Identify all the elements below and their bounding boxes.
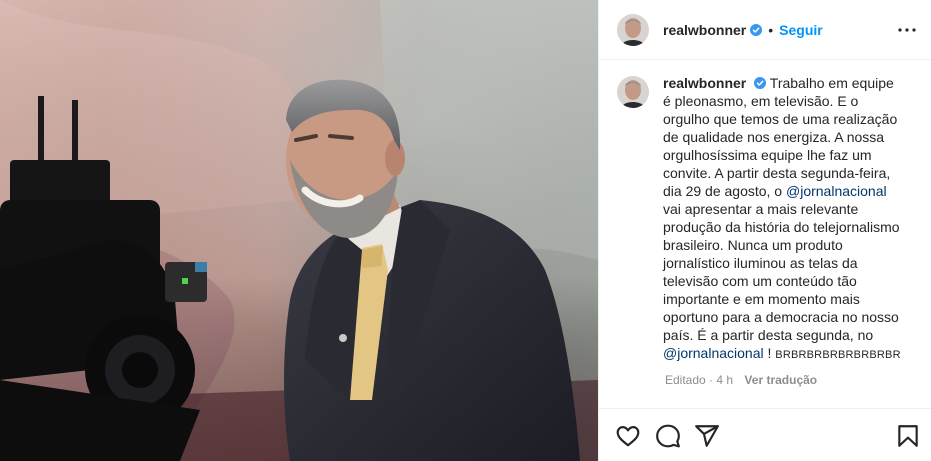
edited-label: Editado <box>665 373 706 387</box>
comment-button[interactable] <box>655 423 681 449</box>
avatar-image <box>617 76 649 108</box>
caption-text: realwbonner Trabalho em equipe é pleonas… <box>663 74 903 364</box>
avatar[interactable] <box>617 13 649 46</box>
post-meta: Editado · 4 h Ver tradução <box>665 373 817 387</box>
verified-badge-icon <box>750 23 763 36</box>
post-caption: realwbonner Trabalho em equipe é pleonas… <box>617 74 917 364</box>
post-time[interactable]: 4 h <box>716 373 733 387</box>
caption-text-part-3: ! <box>763 345 776 361</box>
avatar-image <box>617 13 649 46</box>
share-icon <box>695 425 719 447</box>
heart-icon <box>616 426 640 447</box>
meta-dot: · <box>709 373 714 387</box>
follow-button[interactable]: Seguir <box>779 22 823 38</box>
verified-badge-icon <box>754 77 767 89</box>
see-translation-button[interactable]: Ver tradução <box>744 373 817 387</box>
save-button[interactable] <box>895 423 921 449</box>
bookmark-icon <box>898 425 918 447</box>
separator-dot: • <box>768 21 774 38</box>
header-username[interactable]: realwbonner <box>663 22 746 38</box>
more-options-button[interactable] <box>896 19 918 41</box>
caption-tail: BRBRBRBRBRBRBRBR <box>775 349 901 361</box>
share-button[interactable] <box>694 423 720 449</box>
mention-link[interactable]: @jornalnacional <box>786 183 887 199</box>
caption-username[interactable]: realwbonner <box>663 75 746 91</box>
caption-avatar[interactable] <box>617 76 649 108</box>
caption-text-part-2: vai apresentar a mais relevante produção… <box>663 201 900 343</box>
instagram-post: realwbonner • Seguir realwbonner Trabalh… <box>0 0 931 461</box>
comment-icon <box>656 424 680 448</box>
post-side-panel: realwbonner • Seguir realwbonner Trabalh… <box>598 0 931 461</box>
mention-link[interactable]: @jornalnacional <box>663 345 764 361</box>
post-actions <box>599 408 931 461</box>
photo-illustration <box>0 0 598 461</box>
like-button[interactable] <box>615 423 641 449</box>
post-photo[interactable] <box>0 0 598 461</box>
post-header: realwbonner • Seguir <box>599 0 931 60</box>
caption-text-part-1: Trabalho em equipe é pleonasmo, em telev… <box>663 75 898 199</box>
more-options-icon <box>898 28 916 32</box>
